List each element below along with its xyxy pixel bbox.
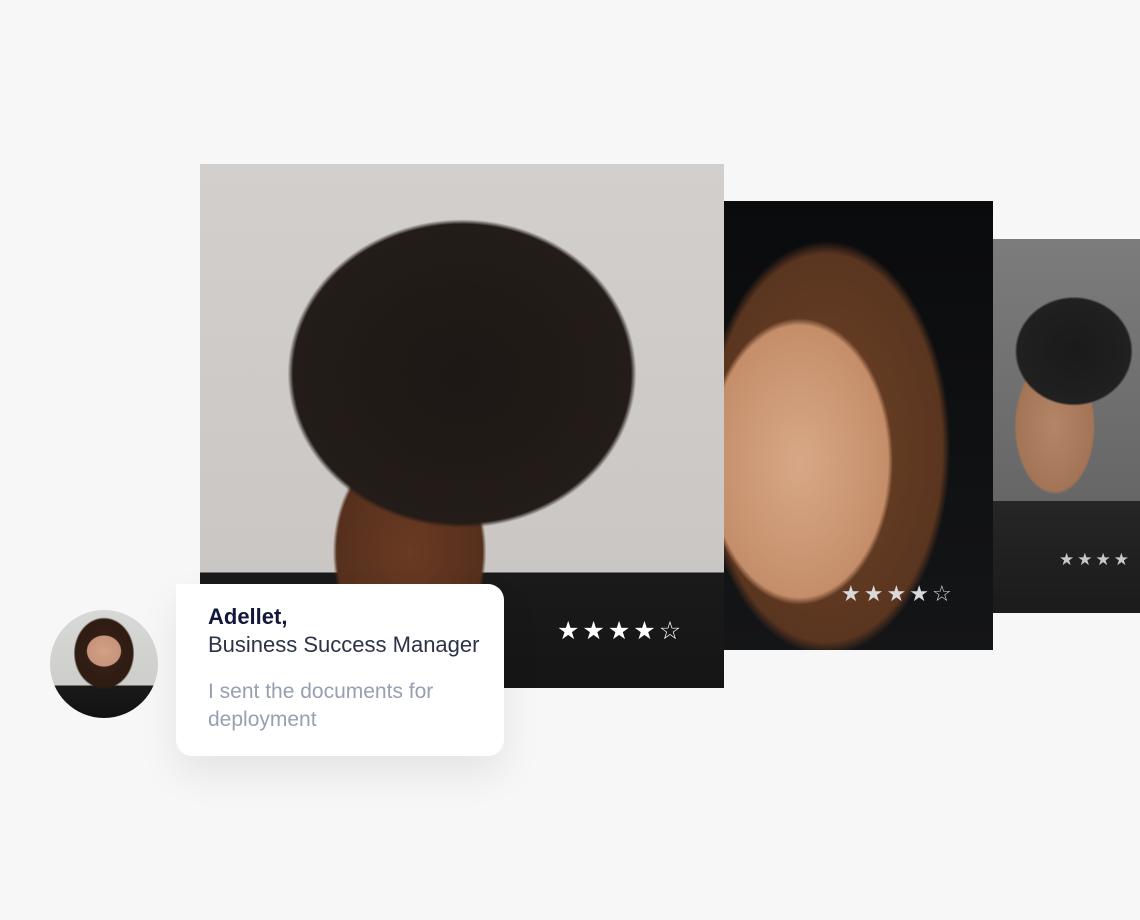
message-card[interactable]: Adellet, Business Success Manager I sent… <box>176 584 504 756</box>
star-filled-icon: ★ <box>886 581 907 606</box>
profile-photo-card-3[interactable]: ★ ★ ★ ★ <box>993 239 1140 613</box>
sender-role: Business Success Manager <box>208 632 480 657</box>
star-outline-icon: ☆ <box>658 617 682 645</box>
star-rating-1: ★ ★ ★ ★ ☆ <box>557 619 681 644</box>
message-text: I sent the documents for deployment <box>208 680 434 731</box>
star-filled-icon: ★ <box>633 617 656 645</box>
sender-avatar[interactable] <box>50 610 158 718</box>
star-filled-icon: ★ <box>1095 550 1111 569</box>
profile-photo-card-2[interactable]: ★ ★ ★ ★ ☆ <box>724 201 993 650</box>
star-filled-icon: ★ <box>1059 550 1075 569</box>
star-filled-icon: ★ <box>1077 550 1093 569</box>
star-filled-icon: ★ <box>582 617 605 645</box>
star-filled-icon: ★ <box>557 617 580 645</box>
star-filled-icon: ★ <box>1113 550 1129 569</box>
star-rating-2: ★ ★ ★ ★ ☆ <box>841 583 952 605</box>
star-filled-icon: ★ <box>841 581 861 606</box>
star-filled-icon: ★ <box>863 581 884 606</box>
sender-name: Adellet, <box>208 604 288 629</box>
star-outline-icon: ☆ <box>931 581 952 606</box>
star-rating-3: ★ ★ ★ ★ <box>1059 551 1129 568</box>
star-filled-icon: ★ <box>909 581 929 606</box>
star-filled-icon: ★ <box>607 617 631 645</box>
